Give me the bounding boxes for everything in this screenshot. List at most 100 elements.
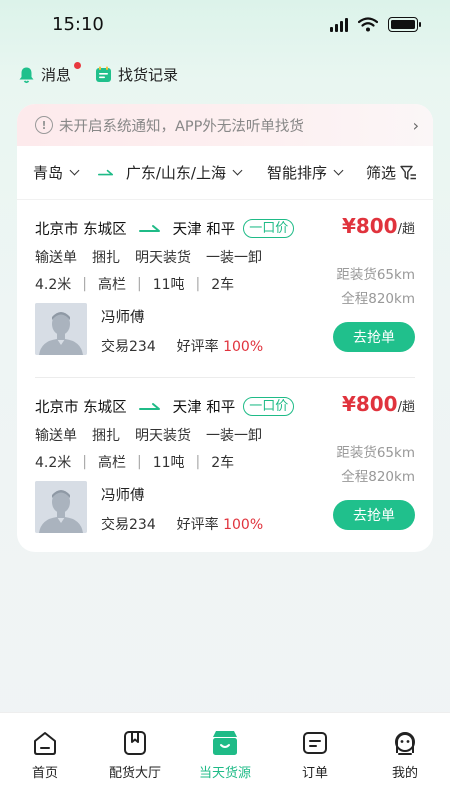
origin-label: 青岛 [33, 164, 64, 182]
destination-city: 天津 和平 [172, 400, 236, 416]
grab-order-button[interactable]: 去抢单 [333, 322, 415, 352]
tab-label: 订单 [301, 766, 328, 781]
order-price: ¥800 /趟 [342, 392, 415, 416]
total-distance: 全程820km [341, 291, 415, 307]
battery-icon [388, 17, 421, 32]
order-route: 北京市 东城区 天津 和平 一口价 [35, 218, 295, 239]
cargo-panel: ! 未开启系统通知，APP外无法听单找货 › 青岛 广东/山东/上海 智能排序 … [17, 104, 433, 552]
route-arrow-icon [98, 169, 114, 175]
messages-label: 消息 [41, 66, 72, 84]
chevron-down-icon [333, 165, 344, 176]
driver-name: 冯师傅 [101, 488, 145, 504]
spec-divider: | [136, 276, 142, 292]
destination-city: 天津 和平 [172, 222, 236, 238]
warning-icon: ! [35, 116, 53, 134]
distance-to-load: 距装货65km [336, 267, 415, 283]
spec-divider: | [82, 454, 87, 470]
driver-stats: 交易234 好评率 100% [101, 514, 263, 534]
cargo-tags: 输送单 捆扎 明天装货 一装一卸 [35, 247, 262, 267]
grab-order-button[interactable]: 去抢单 [333, 500, 415, 530]
rating-value: 100% [223, 339, 264, 355]
spec-divider: | [136, 454, 142, 470]
driver-name: 冯师傅 [101, 310, 145, 326]
funnel-icon [400, 165, 416, 180]
box-icon [213, 731, 237, 755]
status-icons [330, 17, 421, 32]
origin-city: 北京市 东城区 [35, 400, 127, 416]
truck-spec: 4.2米 [35, 277, 72, 293]
rating-value: 100% [223, 517, 264, 533]
trade-count: 交易234 [101, 517, 156, 533]
cargo-tag: 明天装货 [135, 250, 191, 266]
tab-label: 配货大厅 [108, 766, 161, 781]
status-time: 15:10 [52, 14, 104, 35]
chevron-right-icon: › [412, 115, 419, 135]
price-amount: ¥800 [341, 214, 398, 238]
distance-info: 距装货65km 全程820km [336, 441, 415, 489]
tab-label: 首页 [31, 766, 58, 781]
tab-dispatch-hall[interactable]: 配货大厅 [90, 713, 180, 800]
tab-orders[interactable]: 订单 [270, 713, 360, 800]
tab-profile[interactable]: 我的 [360, 713, 450, 800]
chevron-down-icon [69, 165, 80, 176]
history-label: 找货记录 [118, 66, 179, 84]
notice-text: 未开启系统通知，APP外无法听单找货 [59, 118, 304, 135]
history-link[interactable]: 找货记录 [95, 64, 178, 85]
price-unit: /趟 [397, 400, 415, 415]
order-price: ¥800 /趟 [342, 214, 415, 238]
sort-filter[interactable]: 智能排序 [267, 162, 346, 183]
filter-bar: 青岛 广东/山东/上海 智能排序 筛选 [17, 146, 433, 200]
driver-stats: 交易234 好评率 100% [101, 336, 263, 356]
route-arrow-icon [138, 224, 160, 232]
tab-label: 我的 [391, 766, 418, 781]
filter-label: 筛选 [365, 164, 396, 182]
distance-to-load: 距装货65km [336, 445, 415, 461]
bottom-tab-bar: 首页 配货大厅 当天货源 订单 我的 [0, 712, 450, 800]
destination-filter[interactable]: 广东/山东/上海 [126, 162, 245, 183]
truck-spec: 11吨 [152, 455, 185, 471]
fixed-price-badge: 一口价 [243, 219, 295, 238]
calendar-icon [96, 66, 112, 82]
avatar [35, 481, 87, 533]
person-icon [35, 303, 87, 355]
cargo-tag: 一装一卸 [206, 250, 262, 266]
order-card[interactable]: 北京市 东城区 天津 和平 一口价 ¥800 /趟 输送单 捆扎 明天装货 一装一卸 … [35, 377, 415, 552]
order-card[interactable]: 北京市 东城区 天津 和平 一口价 ¥800 /趟 输送单 捆扎 明天装货 一装一卸 … [17, 200, 433, 377]
spec-divider: | [195, 276, 201, 292]
origin-filter[interactable]: 青岛 [33, 162, 82, 183]
tab-home[interactable]: 首页 [0, 713, 90, 800]
truck-specs: 4.2米 | 高栏 | 11吨 | 2车 [35, 452, 234, 472]
unread-dot [74, 62, 81, 69]
order-list: 北京市 东城区 天津 和平 一口价 ¥800 /趟 输送单 捆扎 明天装货 一装一卸 … [17, 200, 433, 552]
truck-spec: 2车 [211, 277, 235, 293]
total-distance: 全程820km [341, 469, 415, 485]
distance-info: 距装货65km 全程820km [336, 263, 415, 311]
tab-today-cargo[interactable]: 当天货源 [180, 713, 270, 800]
profile-icon [395, 732, 415, 755]
notification-banner[interactable]: ! 未开启系统通知，APP外无法听单找货 › [17, 104, 433, 146]
sort-label: 智能排序 [266, 164, 327, 182]
cargo-tag: 明天装货 [135, 428, 191, 444]
truck-specs: 4.2米 | 高栏 | 11吨 | 2车 [35, 274, 234, 294]
order-route: 北京市 东城区 天津 和平 一口价 [35, 396, 295, 417]
cargo-tags: 输送单 捆扎 明天装货 一装一卸 [35, 425, 262, 445]
messages-link[interactable]: 消息 [18, 62, 81, 85]
signal-icon [330, 17, 348, 32]
cargo-tag: 捆扎 [92, 250, 120, 266]
filter-button[interactable]: 筛选 [366, 162, 417, 183]
spec-divider: | [82, 276, 87, 292]
truck-spec: 高栏 [97, 277, 126, 293]
chevron-down-icon [232, 165, 243, 176]
cargo-tag: 捆扎 [92, 428, 120, 444]
home-icon [34, 732, 56, 755]
cargo-tag: 输送单 [35, 428, 77, 444]
destination-label: 广东/山东/上海 [125, 164, 226, 182]
truck-spec: 高栏 [97, 455, 126, 471]
cargo-tag: 输送单 [35, 250, 77, 266]
status-bar: 15:10 [0, 0, 450, 50]
fixed-price-badge: 一口价 [243, 397, 295, 416]
top-nav: 消息 找货记录 [18, 62, 178, 85]
route-arrow-icon [138, 402, 160, 410]
price-amount: ¥800 [341, 392, 398, 416]
avatar [35, 303, 87, 355]
